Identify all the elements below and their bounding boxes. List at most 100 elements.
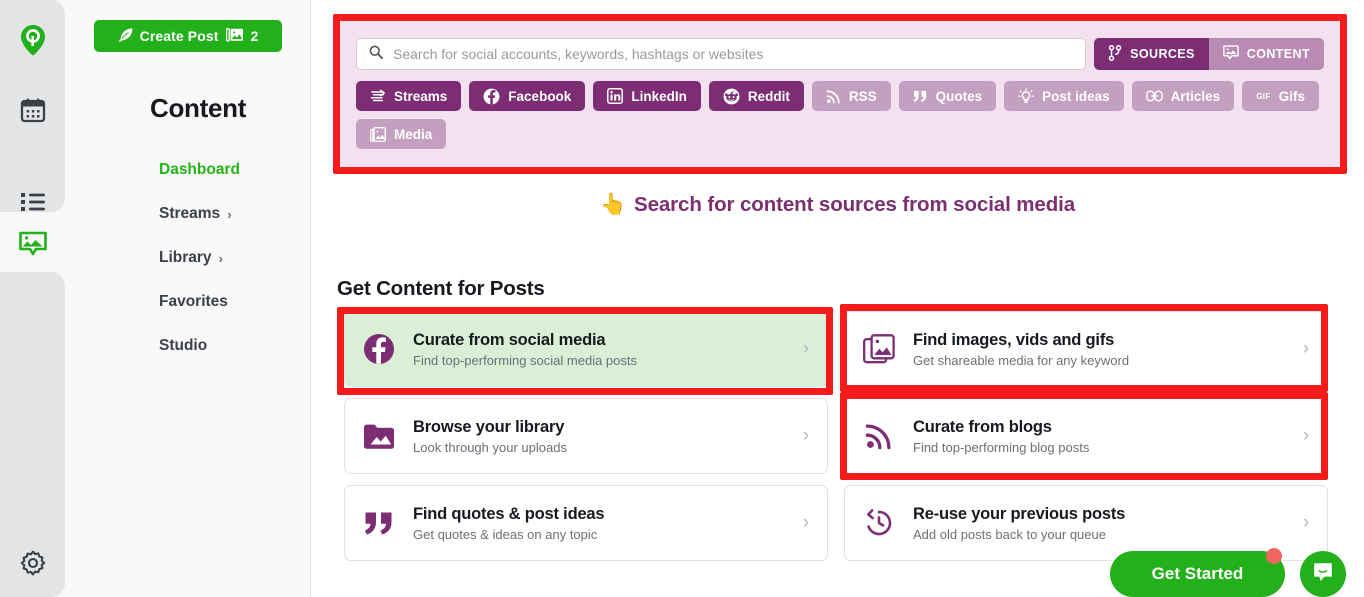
card-curate-from-social-media[interactable]: Curate from social media Find top-perfor…: [344, 311, 828, 387]
chevron-right-icon: ›: [218, 250, 223, 266]
chat-bubble-icon: [1311, 560, 1335, 589]
facebook-circle-icon: [345, 333, 413, 365]
create-post-label: Create Post: [139, 28, 219, 44]
chevron-right-icon: ›: [1302, 425, 1310, 446]
sources-content-toggle: SOURCES CONTENT: [1094, 38, 1324, 70]
chip-articles[interactable]: Articles: [1131, 81, 1235, 111]
icon-rail: [0, 0, 65, 597]
sidebar-item-label: Library: [159, 249, 212, 266]
toggle-content-button[interactable]: CONTENT: [1208, 38, 1324, 70]
chip-facebook[interactable]: Facebook: [469, 81, 586, 111]
chip-quotes[interactable]: Quotes: [898, 81, 997, 111]
location-pin-logo-icon: [19, 24, 47, 56]
toggle-sources-label: SOURCES: [1130, 47, 1195, 61]
sidebar-item-library[interactable]: Library ›: [159, 249, 223, 267]
chevron-right-icon: ›: [227, 206, 232, 222]
chip-label: LinkedIn: [631, 88, 687, 104]
sidebar-item-streams[interactable]: Streams ›: [159, 205, 232, 223]
card-browse-your-library[interactable]: Browse your library Look through your up…: [344, 398, 828, 474]
card-find-images-vids-gifs[interactable]: Find images, vids and gifs Get shareable…: [844, 311, 1328, 387]
card-title: Browse your library: [413, 417, 565, 436]
chip-label: Reddit: [747, 88, 790, 104]
history-clock-icon: [845, 508, 913, 538]
card-title: Re-use your previous posts: [913, 504, 1126, 523]
sidebar-item-calendar[interactable]: [0, 82, 65, 138]
callout-text: Search for content sources from social m…: [634, 193, 1076, 216]
page-title: Content: [150, 93, 247, 123]
get-started-button[interactable]: Get Started: [1110, 551, 1285, 597]
notification-dot: [1266, 548, 1282, 564]
chip-label: Quotes: [935, 88, 983, 104]
cards-column-right: Find images, vids and gifs Get shareable…: [844, 311, 1328, 572]
sidebar-item-settings[interactable]: [0, 535, 65, 591]
streams-icon: [370, 89, 386, 103]
card-text: Find quotes & post ideas Get quotes & id…: [413, 505, 785, 542]
link-icon: [1145, 90, 1163, 102]
rss-feed-icon: [845, 422, 913, 450]
card-curate-from-blogs[interactable]: Curate from blogs Find top-performing bl…: [844, 398, 1328, 474]
card-text: Curate from blogs Find top-performing bl…: [913, 418, 1285, 455]
toggle-sources-button[interactable]: SOURCES: [1094, 38, 1209, 70]
image-icon: [225, 27, 244, 46]
source-chip-row: Streams Facebook LinkedIn Reddit RSS Quo…: [356, 81, 1319, 111]
card-text: Curate from social media Find top-perfor…: [413, 331, 785, 368]
gear-icon: [20, 550, 46, 576]
card-subtitle: Get quotes & ideas on any topic: [413, 526, 598, 542]
chip-linkedin[interactable]: LinkedIn: [593, 81, 701, 111]
get-started-label: Get Started: [1151, 564, 1244, 583]
media-stack-icon: [370, 126, 386, 142]
chip-post-ideas[interactable]: Post ideas: [1004, 81, 1124, 111]
search-input-container[interactable]: [356, 38, 1086, 70]
media-content-icon: [18, 231, 48, 258]
rss-icon: [826, 89, 841, 104]
chip-gifs[interactable]: GIF Gifs: [1242, 81, 1319, 111]
chevron-right-icon: ›: [1302, 338, 1310, 359]
source-chip-rows: Streams Facebook LinkedIn Reddit RSS Quo…: [356, 81, 1319, 157]
sidebar-item-dashboard[interactable]: Dashboard: [159, 161, 240, 179]
create-post-button[interactable]: Create Post 2: [94, 20, 282, 52]
card-subtitle: Look through your uploads: [413, 439, 567, 455]
chip-label: Post ideas: [1042, 88, 1110, 104]
facebook-icon: [483, 88, 500, 105]
chip-label: Gifs: [1278, 88, 1305, 104]
search-sources-panel: SOURCES CONTENT Stre: [340, 21, 1340, 167]
card-text: Find images, vids and gifs Get shareable…: [913, 331, 1285, 368]
chat-launcher-button[interactable]: [1300, 551, 1346, 597]
folder-image-icon: [345, 423, 413, 450]
list-icon: [20, 191, 46, 213]
card-subtitle: Find top-performing blog posts: [913, 439, 1090, 455]
chip-reddit[interactable]: Reddit: [708, 81, 804, 111]
sidebar-item-favorites[interactable]: Favorites: [159, 293, 228, 311]
chip-streams[interactable]: Streams: [356, 81, 462, 111]
sidebar-item-label: Dashboard: [159, 161, 240, 178]
sidebar-item-label: Favorites: [159, 293, 228, 310]
sidebar-item-studio[interactable]: Studio: [159, 337, 207, 355]
card-reuse-previous-posts[interactable]: Re-use your previous posts Add old posts…: [844, 485, 1328, 561]
nav-sidebar: Create Post 2 Content Dashboard Streams …: [65, 0, 311, 597]
card-title: Curate from social media: [413, 330, 606, 349]
toggle-content-label: CONTENT: [1246, 47, 1310, 61]
search-input[interactable]: [393, 46, 1053, 62]
card-subtitle: Get shareable media for any keyword: [913, 352, 1130, 368]
calendar-icon: [20, 97, 46, 123]
card-subtitle: Add old posts back to your queue: [913, 526, 1106, 542]
sidebar-item-content[interactable]: [0, 216, 65, 272]
reddit-icon: [723, 88, 740, 105]
chip-label: Articles: [1170, 88, 1221, 104]
search-icon: [369, 45, 383, 64]
card-find-quotes-post-ideas[interactable]: Find quotes & post ideas Get quotes & id…: [344, 485, 828, 561]
cards-section-heading: Get Content for Posts: [337, 277, 545, 300]
sidebar-item-label: Studio: [159, 337, 208, 354]
app-logo[interactable]: [0, 12, 65, 68]
card-text: Browse your library Look through your up…: [413, 418, 785, 455]
card-subtitle: Find top-performing social media posts: [413, 352, 637, 368]
gif-icon: GIF: [1256, 91, 1271, 101]
card-title: Find quotes & post ideas: [413, 504, 605, 523]
chip-label: RSS: [848, 88, 877, 104]
source-chip-row: Media: [356, 119, 1316, 149]
chip-media[interactable]: Media: [356, 119, 447, 149]
sidebar-item-label: Streams: [159, 205, 221, 222]
chevron-right-icon: ›: [802, 425, 810, 446]
chip-rss[interactable]: RSS: [811, 81, 891, 111]
linkedin-icon: [607, 88, 624, 104]
